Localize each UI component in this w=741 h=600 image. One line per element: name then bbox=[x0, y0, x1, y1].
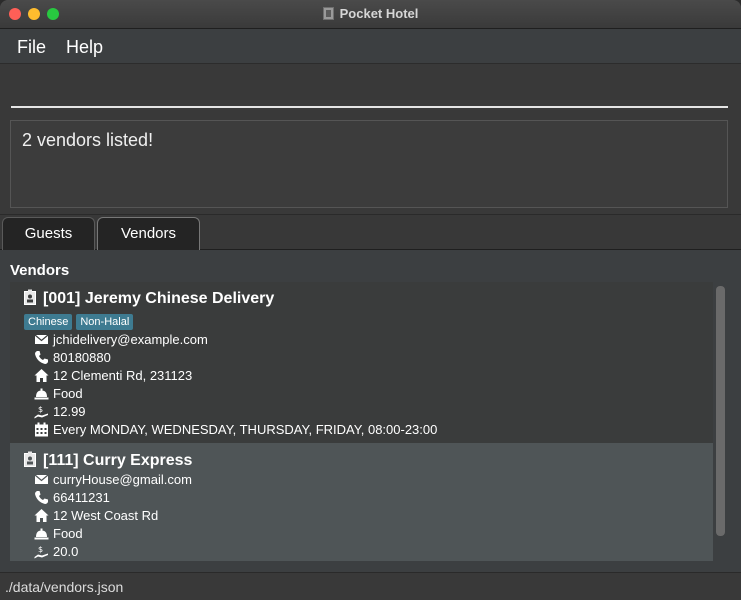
status-bar: ./data/vendors.json bbox=[0, 572, 741, 600]
result-display-area: 2 vendors listed! bbox=[0, 116, 741, 214]
phone-icon bbox=[35, 351, 48, 364]
home-icon bbox=[34, 369, 49, 382]
tab-guests[interactable]: Guests bbox=[2, 217, 95, 250]
vendor-name-row: [111] Curry Express bbox=[24, 451, 192, 470]
vendor-badge-icon bbox=[24, 451, 36, 467]
menu-bar: File Help bbox=[0, 29, 741, 64]
vendor-phone-text: 80180880 bbox=[53, 350, 111, 365]
tab-bar: Guests Vendors bbox=[0, 214, 741, 250]
cost-icon: $ bbox=[34, 405, 48, 419]
command-box-area bbox=[0, 64, 741, 116]
vendor-email-text: curryHouse@gmail.com bbox=[53, 472, 192, 487]
vendor-tag: Chinese bbox=[24, 314, 73, 330]
app-window: Pocket Hotel File Help 2 vendors listed!… bbox=[0, 0, 741, 600]
vendor-operating-hours-text: Every MONDAY, WEDNESDAY, THURSDAY, FRIDA… bbox=[53, 422, 438, 437]
vendor-service: Food bbox=[34, 386, 83, 404]
data-file-path: ./data/vendors.json bbox=[5, 579, 124, 595]
vendor-email-text: jchidelivery@example.com bbox=[53, 332, 208, 347]
vendor-cost: $20.0 bbox=[34, 544, 78, 561]
vendor-address: 12 West Coast Rd bbox=[34, 508, 158, 526]
vendor-name: Curry Express bbox=[83, 452, 193, 469]
vendor-tag: Non-Halal bbox=[76, 314, 134, 330]
result-message: 2 vendors listed! bbox=[22, 130, 154, 150]
phone-icon bbox=[35, 491, 48, 504]
vendor-list-panel: Vendors [001] Jeremy Chinese Delivery Ch… bbox=[0, 250, 741, 572]
vendor-phone-text: 66411231 bbox=[53, 490, 110, 505]
vendor-email: curryHouse@gmail.com bbox=[34, 472, 192, 490]
home-icon bbox=[34, 509, 49, 522]
vendor-phone: 66411231 bbox=[34, 490, 110, 508]
vendor-address: 12 Clementi Rd, 231123 bbox=[34, 368, 192, 386]
vendor-service: Food bbox=[34, 526, 83, 544]
vendor-cost-text: 12.99 bbox=[53, 404, 86, 419]
vendor-tags: Chinese Non-Halal bbox=[24, 312, 137, 330]
vendor-service-text: Food bbox=[53, 526, 83, 541]
menu-file[interactable]: File bbox=[17, 37, 46, 58]
svg-text:$: $ bbox=[38, 405, 43, 414]
vendor-list[interactable]: [001] Jeremy Chinese Delivery Chinese Non… bbox=[10, 282, 713, 561]
vendor-service-text: Food bbox=[53, 386, 83, 401]
service-bell-icon bbox=[34, 388, 49, 400]
result-display[interactable]: 2 vendors listed! bbox=[10, 120, 728, 208]
tab-vendors[interactable]: Vendors bbox=[97, 217, 200, 250]
command-input[interactable] bbox=[11, 74, 728, 108]
service-bell-icon bbox=[34, 528, 49, 540]
panel-title: Vendors bbox=[10, 262, 70, 279]
vendor-cost: $12.99 bbox=[34, 404, 86, 422]
vendor-badge-icon bbox=[24, 289, 36, 305]
vendor-id: [111] bbox=[43, 452, 79, 469]
vendor-name-row: [001] Jeremy Chinese Delivery bbox=[24, 289, 274, 308]
cost-icon: $ bbox=[34, 545, 48, 559]
email-icon bbox=[34, 474, 49, 484]
title-bar: Pocket Hotel bbox=[0, 0, 741, 29]
vendor-card[interactable]: [001] Jeremy Chinese Delivery Chinese Non… bbox=[10, 282, 713, 443]
window-title-text: Pocket Hotel bbox=[339, 6, 419, 21]
vendor-email: jchidelivery@example.com bbox=[34, 332, 208, 350]
svg-text:$: $ bbox=[38, 545, 43, 554]
hotel-app-icon bbox=[322, 7, 334, 20]
vendor-name: Jeremy Chinese Delivery bbox=[84, 290, 275, 307]
vendor-address-text: 12 Clementi Rd, 231123 bbox=[53, 368, 193, 383]
vendor-address-text: 12 West Coast Rd bbox=[53, 508, 159, 523]
scrollbar-thumb[interactable] bbox=[716, 286, 725, 536]
calendar-icon bbox=[35, 422, 48, 437]
vendor-cost-text: 20.0 bbox=[53, 544, 79, 559]
vendor-operating-hours: Every MONDAY, WEDNESDAY, THURSDAY, FRIDA… bbox=[34, 422, 437, 440]
vendor-card[interactable]: [111] Curry Express curryHouse@gmail.com… bbox=[10, 443, 713, 561]
window-title: Pocket Hotel bbox=[0, 6, 741, 21]
email-icon bbox=[34, 334, 49, 344]
vendor-phone: 80180880 bbox=[34, 350, 111, 368]
vendor-id: [001] bbox=[43, 290, 81, 307]
menu-help[interactable]: Help bbox=[66, 37, 103, 58]
